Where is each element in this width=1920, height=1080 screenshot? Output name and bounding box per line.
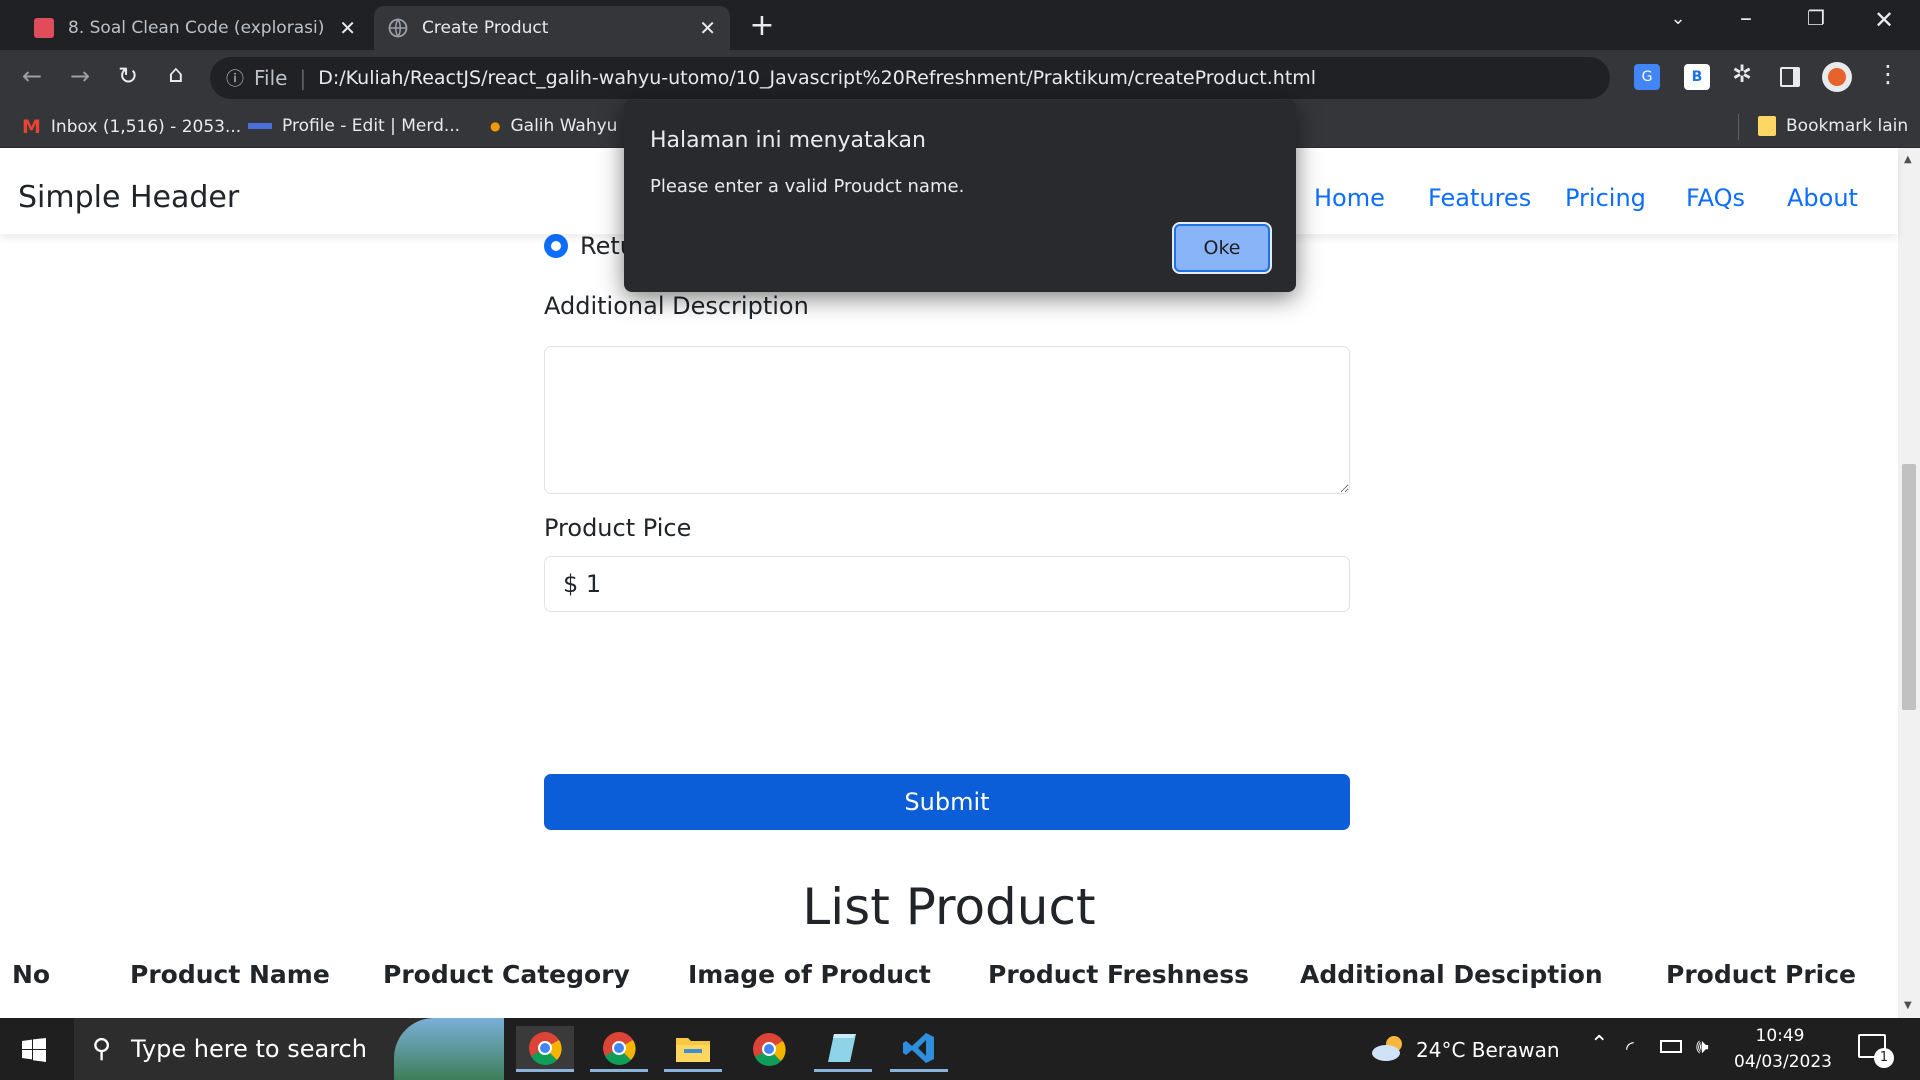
vscode-icon[interactable]: [890, 1026, 948, 1072]
folder-icon: [1758, 116, 1776, 136]
taskbar-search[interactable]: ⚲ Type here to search: [74, 1018, 504, 1080]
tab-title: 8. Soal Clean Code (explorasi): [68, 18, 325, 38]
alert-dialog: Halaman ini menyatakan Please enter a va…: [624, 100, 1296, 292]
volume-icon[interactable]: 🕪: [1696, 1034, 1709, 1058]
notification-center-icon[interactable]: 1: [1858, 1034, 1894, 1068]
ok-button[interactable]: Oke: [1172, 222, 1272, 274]
tab-create-product[interactable]: Create Product ✕: [374, 6, 730, 50]
bookmark-label: Bookmark lain: [1786, 116, 1909, 136]
clock-date: 04/03/2023: [1734, 1052, 1832, 1072]
info-icon[interactable]: ⓘ: [226, 65, 244, 91]
url-text: D:/Kuliah/ReactJS/react_galih-wahyu-utom…: [318, 67, 1317, 89]
notes-app-icon[interactable]: [814, 1026, 872, 1072]
nav-features[interactable]: Features: [1428, 184, 1531, 212]
restore-icon[interactable]: ❐: [1798, 6, 1834, 30]
url-scheme: File: [254, 66, 288, 90]
taskbar: ⚲ Type here to search 24°C Berawan ⌃ ◜ 🕪…: [0, 1018, 1920, 1080]
dialog-message: Please enter a valid Proudct name.: [650, 176, 965, 197]
table-header-category: Product Category: [383, 960, 630, 989]
address-bar[interactable]: ⓘ File | D:/Kuliah/ReactJS/react_galih-w…: [210, 57, 1610, 99]
battery-icon[interactable]: [1660, 1040, 1682, 1053]
nav-about[interactable]: About: [1787, 184, 1858, 212]
bookmark-label: Profile - Edit | Merd...: [282, 116, 461, 136]
close-tab-icon[interactable]: ✕: [339, 16, 356, 40]
search-icon: ⚲: [92, 1034, 112, 1064]
description-textarea[interactable]: [544, 346, 1350, 494]
clock-time: 10:49: [1755, 1026, 1805, 1046]
table-header-freshness: Product Freshness: [988, 960, 1249, 989]
description-label: Additional Description: [544, 292, 809, 320]
gmail-icon: M: [22, 116, 41, 138]
tab-soal-clean-code[interactable]: 8. Soal Clean Code (explorasi) ✕: [20, 6, 370, 50]
table-header-image: Image of Product: [688, 960, 931, 989]
price-input[interactable]: $ 1: [544, 556, 1350, 612]
price-label: Product Pice: [544, 514, 692, 542]
nav-home[interactable]: Home: [1314, 184, 1385, 212]
bookmark-profile[interactable]: Profile - Edit | Merd...: [248, 116, 460, 136]
close-window-icon[interactable]: ✕: [1866, 6, 1902, 34]
globe-icon: [388, 18, 408, 38]
avatar[interactable]: [1822, 62, 1852, 92]
bookmark-label: Inbox (1,516) - 2053...: [50, 117, 242, 137]
new-tab-icon[interactable]: +: [744, 8, 780, 43]
menu-icon[interactable]: ⋮: [1870, 60, 1906, 88]
weather-cloud-icon: [1370, 1034, 1408, 1062]
tab-title: Create Product: [422, 18, 549, 38]
table-header-price: Product Price: [1666, 960, 1856, 989]
search-placeholder: Type here to search: [131, 1035, 367, 1063]
home-icon[interactable]: ⌂: [158, 60, 194, 88]
merdeka-icon: [248, 123, 272, 129]
translate-extension-icon[interactable]: G: [1634, 64, 1660, 90]
dialog-title: Halaman ini menyatakan: [650, 128, 926, 153]
nav-pricing[interactable]: Pricing: [1565, 184, 1646, 212]
clock[interactable]: 10:49 04/03/2023: [1734, 1026, 1832, 1072]
extensions-icon[interactable]: ✲: [1724, 60, 1760, 88]
page-scrollbar[interactable]: ▲ ▼: [1898, 148, 1920, 1018]
site-brand[interactable]: Simple Header: [18, 180, 239, 215]
file-explorer-icon[interactable]: [664, 1026, 722, 1072]
tab-search-icon[interactable]: ⌄: [1660, 8, 1696, 29]
wifi-icon[interactable]: ◜: [1626, 1036, 1634, 1060]
list-title: List Product: [802, 878, 1096, 936]
table-header-description: Additional Desciption: [1300, 960, 1603, 989]
bookmark-galih[interactable]: ● Galih Wahyu U: [490, 116, 635, 136]
close-tab-icon[interactable]: ✕: [699, 16, 716, 40]
submit-button[interactable]: Submit: [544, 774, 1350, 830]
windows-start-icon[interactable]: [22, 1038, 46, 1062]
search-highlight-image: [394, 1018, 504, 1080]
bookmark-other[interactable]: Bookmark lain: [1758, 116, 1908, 136]
b-extension-icon[interactable]: B: [1684, 64, 1710, 90]
notification-count-badge: 1: [1874, 1048, 1894, 1068]
nav-faqs[interactable]: FAQs: [1686, 184, 1745, 212]
reload-icon[interactable]: ↻: [110, 62, 146, 90]
bookmark-gmail[interactable]: M Inbox (1,516) - 2053...: [22, 116, 241, 138]
price-value: $ 1: [563, 570, 602, 598]
tray-chevron-icon[interactable]: ⌃: [1590, 1032, 1608, 1057]
side-panel-icon[interactable]: [1780, 67, 1800, 87]
back-icon[interactable]: ←: [14, 62, 50, 90]
document-icon: [34, 18, 54, 38]
forward-icon[interactable]: →: [62, 62, 98, 90]
weather-text[interactable]: 24°C Berawan: [1416, 1038, 1560, 1062]
table-header-name: Product Name: [130, 960, 330, 989]
dot-icon: ●: [490, 119, 501, 133]
bookmark-label: Galih Wahyu U: [510, 116, 636, 136]
chrome-app-icon-2[interactable]: [740, 1026, 798, 1072]
minimize-icon[interactable]: –: [1728, 4, 1764, 32]
scrollbar-thumb[interactable]: [1902, 464, 1916, 710]
radio-button-checked[interactable]: [544, 234, 568, 258]
chrome-profile-app-icon[interactable]: [590, 1026, 648, 1072]
chrome-app-icon[interactable]: [516, 1026, 574, 1072]
table-header-no: No: [12, 960, 51, 989]
tab-strip: 8. Soal Clean Code (explorasi) ✕ Create …: [0, 0, 1920, 50]
